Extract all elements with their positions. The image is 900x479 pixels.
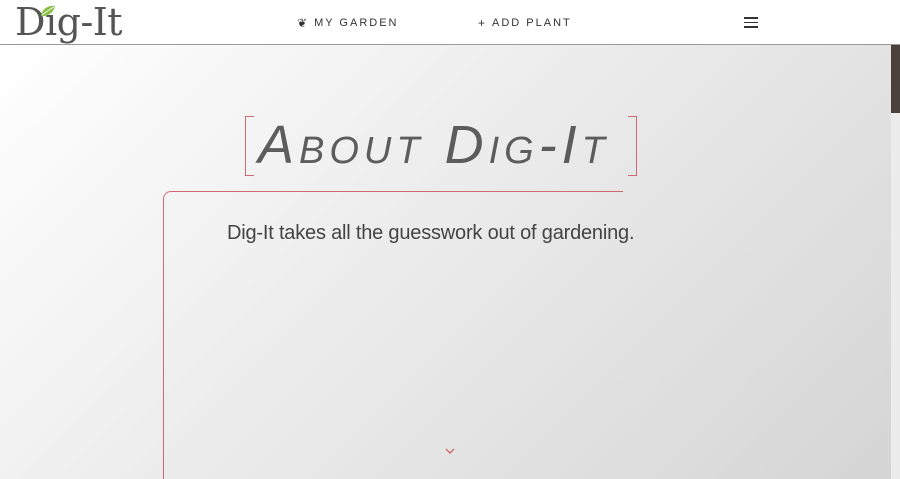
right-bracket-decoration xyxy=(628,116,637,176)
hamburger-menu-icon[interactable] xyxy=(744,17,758,28)
top-nav-bar: Dig-It ❦ MY GARDEN + ADD PLANT xyxy=(0,0,900,45)
dig-it-logo[interactable]: Dig-It xyxy=(15,0,123,44)
left-bracket-decoration xyxy=(245,116,254,176)
nav-my-garden[interactable]: ❦ MY GARDEN xyxy=(297,15,398,31)
leaf-icon xyxy=(41,5,55,17)
page: Dig-It ❦ MY GARDEN + ADD PLANT About Dig… xyxy=(0,0,900,479)
plant-sprout-icon: ❦ xyxy=(297,16,308,30)
nav-add-plant[interactable]: + ADD PLANT xyxy=(478,15,572,31)
scrollbar-thumb[interactable] xyxy=(891,45,900,113)
page-title: About Dig-It xyxy=(258,115,610,175)
nav-my-garden-label: MY GARDEN xyxy=(314,17,399,29)
nav-add-plant-label: ADD PLANT xyxy=(492,17,572,29)
plus-icon: + xyxy=(478,16,486,30)
logo-text: Dig-It xyxy=(15,0,123,44)
about-tagline: Dig-It takes all the guesswork out of ga… xyxy=(227,222,635,244)
page-scrollbar[interactable] xyxy=(891,45,900,479)
chevron-down-icon[interactable] xyxy=(445,447,455,455)
